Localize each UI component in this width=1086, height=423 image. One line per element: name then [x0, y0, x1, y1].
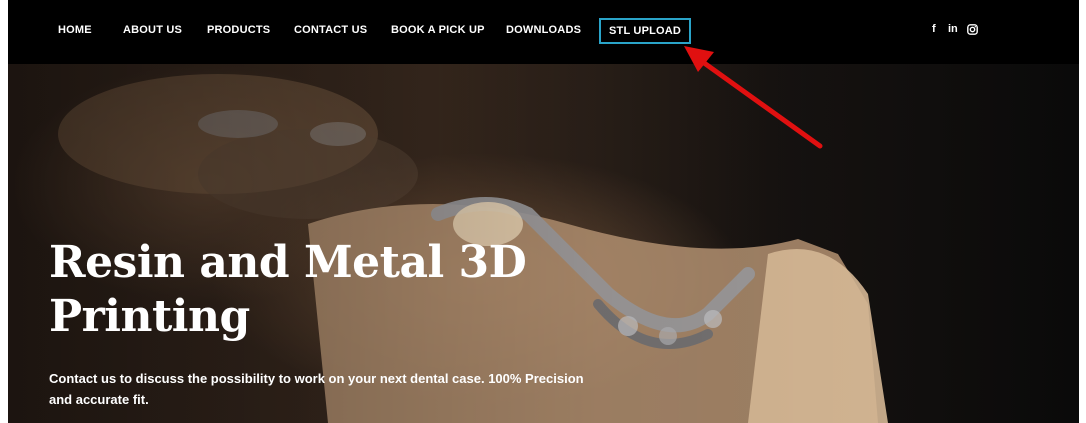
red-arrow-icon — [684, 46, 823, 149]
page-frame: HOME ABOUT US PRODUCTS CONTACT US BOOK A… — [8, 0, 1079, 423]
